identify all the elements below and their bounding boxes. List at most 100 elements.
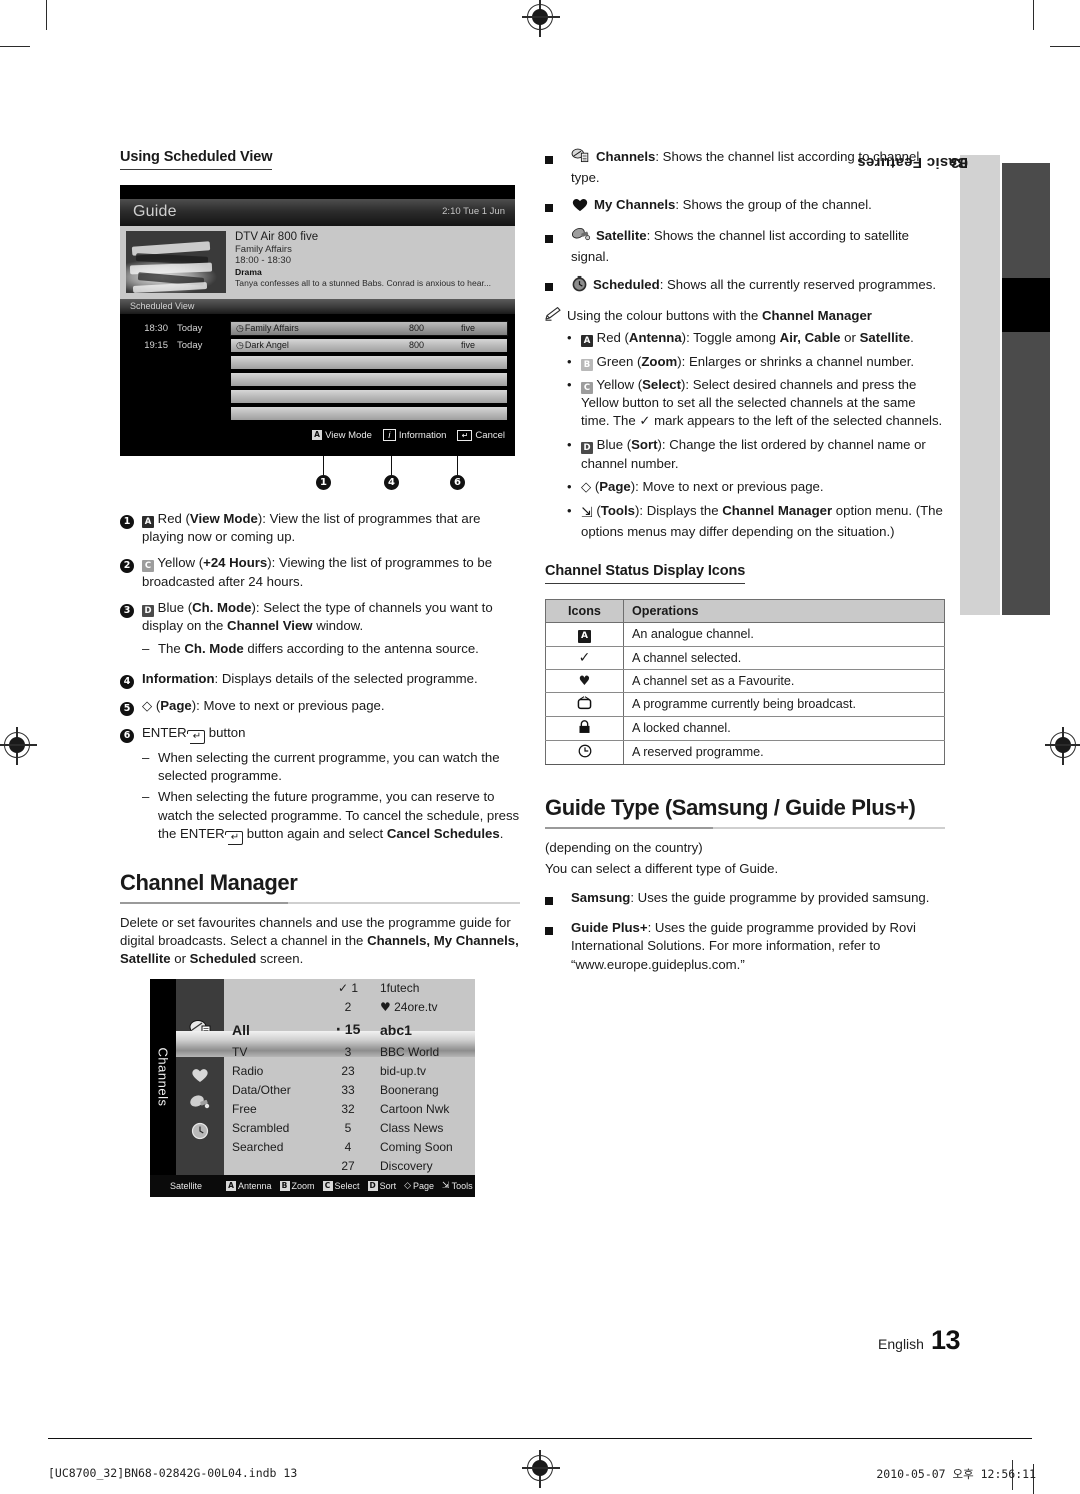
item-body: ENTER ↵ button – When selecting the current… [142, 724, 520, 845]
channel-row[interactable]: TV 3 BBC World [224, 1043, 475, 1062]
tv-icon [545, 692, 624, 717]
heart-icon: ♥ [380, 1000, 391, 1014]
channel-number: 27 [341, 1159, 355, 1173]
registration-mark-right [1045, 727, 1080, 765]
channel-row[interactable]: ✓ 1 1futech [224, 979, 475, 998]
channel-row[interactable]: Scrambled 5 Class News [224, 1119, 475, 1138]
channels-footer-key-label: Antenna [238, 1180, 272, 1191]
channels-screenshot: Channels ✓ 1 1futech 2 ♥ 24ore.tv All · … [150, 978, 475, 1197]
colour-button-text: A Red (Antenna): Toggle among Air, Cable… [581, 329, 945, 348]
colour-button-text: C Yellow (Select): Select desired channe… [581, 376, 943, 430]
channels-footer-key[interactable]: D Sort [367, 1180, 396, 1191]
channel-filter-label[interactable]: TV [224, 1045, 316, 1059]
channels-footer-key-label: Page [413, 1180, 435, 1191]
channels-footer-key[interactable]: ⇲ Tools [442, 1181, 473, 1191]
check-icon: ✓ [545, 646, 624, 670]
row-program: ◷Dark Angel [236, 339, 289, 350]
item-body: A Red (View Mode): View the list of prog… [142, 511, 481, 545]
channels-footer-key-label: Select [334, 1180, 360, 1191]
item-body: C Yellow (+24 Hours): Viewing the list o… [142, 555, 493, 589]
footer-divider [48, 1438, 1032, 1439]
numbered-list-item: 4 Information: Displays details of the se… [120, 670, 520, 689]
mode-body: Scheduled: Shows all the currently reser… [571, 275, 945, 297]
lock-icon [545, 716, 624, 741]
square-bullet [545, 919, 571, 974]
channel-number: 3 [344, 1045, 352, 1059]
channel-filter-label[interactable]: Searched [224, 1140, 316, 1154]
guide-footer-key-label: Information [398, 429, 447, 441]
channels-footer-key[interactable]: ◇ Page [404, 1181, 434, 1191]
channel-filter-label[interactable]: Radio [224, 1064, 316, 1078]
channel-filter-label[interactable]: All [224, 1022, 316, 1038]
table-row: A programme currently being broadcast. [545, 692, 945, 717]
manager-mode-item: My Channels: Shows the group of the chan… [545, 196, 945, 217]
operation-cell: A reserved programme. [623, 740, 945, 765]
guide-schedule-row-empty [120, 405, 515, 421]
guide-type-text: Samsung: Uses the guide programme by pro… [571, 890, 930, 906]
guide-schedule-row[interactable]: 18:30 Today ◷Family Affairs 800 five [120, 320, 515, 336]
guide-footer-key[interactable]: A View Mode [312, 430, 372, 441]
guide-schedule-rows: 18:30 Today ◷Family Affairs 800 five 19:15 Tod… [120, 314, 515, 421]
chapter-side-tab: 03 Basic Features [857, 154, 1050, 615]
square-bullet [545, 275, 571, 297]
channel-number: ✓ 1 [337, 981, 359, 995]
guide-footer-key[interactable]: i Information [382, 429, 447, 441]
channel-row[interactable]: Data/Other 33 Boonerang [224, 1081, 475, 1100]
manager-mode-item: Satellite: Shows the channel list accord… [545, 227, 945, 266]
colour-button-item: • A Red (Antenna): Toggle among Air, Cabl… [567, 329, 945, 348]
channel-number: 33 [341, 1083, 355, 1097]
square-bullet [545, 196, 571, 217]
operation-cell: A locked channel. [623, 716, 945, 741]
channel-manager-rule [120, 901, 520, 904]
program-description: Tanya confesses all to a stunned Babs. C… [235, 278, 492, 288]
table-row: A locked channel. [545, 716, 945, 741]
col-header-operations: Operations [623, 598, 945, 623]
channel-number: 4 [344, 1140, 352, 1154]
channel-row[interactable]: Free 32 Cartoon Nwk [224, 1100, 475, 1119]
channel-name: bid-up.tv [380, 1064, 427, 1078]
scheduled-clock-icon [189, 1122, 211, 1142]
program-channel: DTV Air 800 five [235, 231, 319, 243]
channel-name: 1futech [380, 981, 420, 995]
channels-footer-key[interactable]: A Antenna [226, 1180, 272, 1191]
mode-body: Channels: Shows the channel list accordi… [571, 148, 920, 186]
numbered-list-item: 5 ◇ (Page): Move to next or previous page… [120, 697, 520, 716]
channel-name: Discovery [380, 1159, 433, 1173]
heart-icon: ♥ [545, 669, 624, 693]
colour-button-item: • C Yellow (Select): Select desired chann… [567, 376, 945, 432]
channels-icon [571, 148, 591, 169]
c-key-icon: C [322, 1180, 333, 1191]
row-number: 800 [409, 323, 425, 333]
colour-buttons-list: • A Red (Antenna): Toggle among Air, Cabl… [545, 329, 945, 541]
enter-key-icon: ↵ [457, 429, 473, 441]
channel-row[interactable]: Radio 23 bid-up.tv [224, 1062, 475, 1081]
dot-icon: · [335, 1022, 341, 1038]
channel-row[interactable]: 2 ♥ 24ore.tv [224, 998, 475, 1017]
scheduled-view-numbered-list: 1A Red (View Mode): View the list of pro… [120, 510, 520, 848]
item-body: ◇ (Page): Move to next or previous page. [142, 697, 385, 714]
channel-filter-label[interactable]: Data/Other [224, 1083, 316, 1097]
right-column: Channels: Shows the channel list accordi… [545, 148, 945, 983]
channel-row[interactable]: All · 15 abc1 [224, 1017, 475, 1043]
guide-footer-bar: A View Mode i Information ↵ Cancel [120, 422, 515, 456]
channel-filter-label[interactable]: Free [224, 1102, 316, 1116]
crop-mark-tl-h [0, 46, 30, 48]
square-bullet [545, 889, 571, 910]
pencil-note-icon [545, 307, 567, 326]
guide-footer-key[interactable]: ↵ Cancel [457, 429, 505, 441]
row-cell: ◷Family Affairs 800 five [230, 320, 508, 336]
colour-button-item: • ◇ (Page): Move to next or previous page… [567, 478, 945, 497]
channel-row[interactable]: 27 Discovery [224, 1157, 475, 1176]
channels-footer-key[interactable]: C Select [322, 1180, 360, 1191]
channels-footer-key[interactable]: B Zoom [279, 1180, 315, 1191]
channel-filter-label[interactable]: Scrambled [224, 1121, 316, 1135]
table-row: ✓ A channel selected. [545, 646, 945, 670]
channel-row[interactable]: Searched 4 Coming Soon [224, 1138, 475, 1157]
colour-button-item: • B Green (Zoom): Enlarges or shrinks a c… [567, 353, 945, 371]
crop-mark-tl-v [46, 0, 48, 30]
program-genre: Drama [235, 267, 262, 277]
guide-schedule-row[interactable]: 19:15 Today ◷Dark Angel 800 five [120, 337, 515, 353]
col-header-icons: Icons [545, 598, 624, 623]
channel-name: BBC World [380, 1045, 440, 1059]
numbered-list-item: 2C Yellow (+24 Hours): Viewing the list … [120, 554, 520, 590]
